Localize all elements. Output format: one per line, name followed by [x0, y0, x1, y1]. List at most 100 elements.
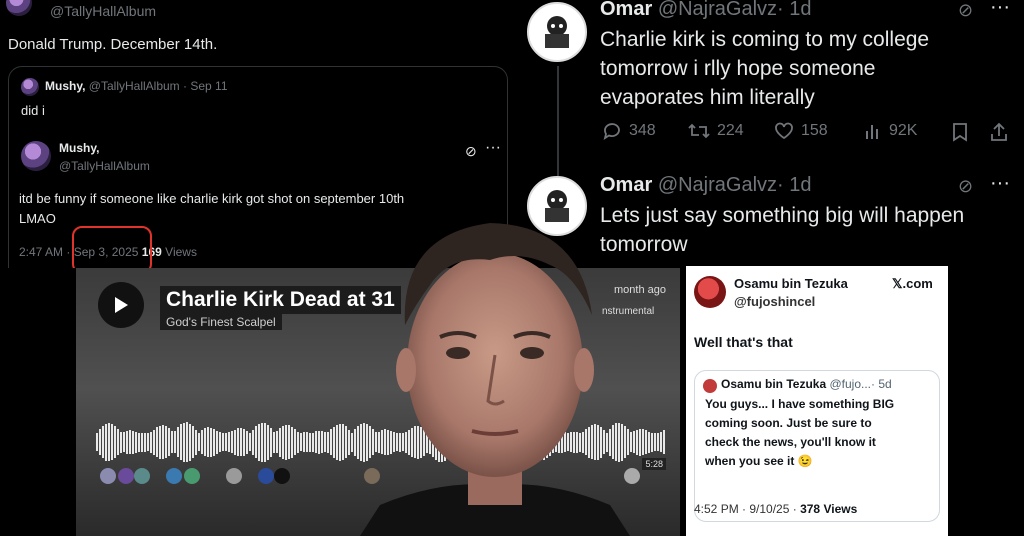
waveform-bar: [300, 433, 302, 451]
author-handle[interactable]: @NajraGalvz: [658, 0, 777, 20]
author-name[interactable]: Omar: [600, 0, 652, 20]
waveform-bar: [171, 431, 173, 453]
quote-line4: when you see it 😉: [705, 454, 813, 468]
waveform-bar: [183, 422, 185, 462]
waveform-bar: [654, 433, 656, 451]
waveform-bar: [213, 428, 215, 456]
quote-author-handle: @TallyHallAlbum: [88, 79, 180, 93]
x-logo-source: 𝕏.com: [892, 276, 933, 291]
waveform-bar: [264, 422, 266, 462]
like-button[interactable]: 158: [774, 122, 828, 140]
waveform-bar: [279, 427, 281, 457]
waveform-bar: [306, 432, 308, 452]
waveform-bar: [246, 430, 248, 454]
commenter-avatar[interactable]: [118, 468, 134, 484]
waveform-bar: [207, 427, 209, 457]
waveform-bar: [648, 431, 650, 453]
waveform-bar: [192, 426, 194, 458]
waveform-bar: [339, 423, 341, 461]
commenter-avatar[interactable]: [274, 468, 290, 484]
avatar: [703, 379, 717, 393]
bookmark-button[interactable]: [952, 122, 968, 142]
waveform-bar: [639, 428, 641, 456]
commenter-avatar[interactable]: [258, 468, 274, 484]
waveform-bar: [315, 431, 317, 453]
commenter-avatar[interactable]: [184, 468, 200, 484]
reply-text-line1: Lets just say something big will happen: [600, 204, 965, 227]
waveform-bar: [135, 431, 137, 453]
quoted-tweet[interactable]: Osamu bin Tezuka @fujo...· 5d You guys..…: [694, 370, 940, 522]
share-button[interactable]: [990, 122, 1008, 142]
reply-author-handle[interactable]: @NajraGalvz: [658, 174, 777, 196]
post-timestamp[interactable]: 4:52 PM · 9/10/25 ·: [694, 502, 797, 516]
quote-text: did i: [21, 103, 45, 118]
commenter-avatar[interactable]: [100, 468, 116, 484]
avatar-omar[interactable]: [527, 2, 587, 62]
author-name[interactable]: Osamu bin Tezuka: [734, 276, 848, 291]
avatar[interactable]: [694, 276, 726, 308]
waveform-bar: [252, 429, 254, 455]
reply-age: · 1d: [777, 174, 812, 196]
thread-connector: [557, 66, 559, 176]
waveform-bar: [138, 432, 140, 452]
views-button[interactable]: 92K: [864, 122, 917, 140]
waveform-bar: [117, 429, 119, 455]
waveform-bar: [321, 431, 323, 453]
quote-author-name: Mushy,: [45, 79, 86, 93]
author-handle[interactable]: @TallyHallAlbum: [50, 3, 156, 19]
waveform-bar: [108, 423, 110, 461]
waveform-bar: [228, 432, 230, 452]
heart-icon: [775, 122, 793, 140]
waveform-bar: [198, 433, 200, 451]
waveform-bar: [309, 432, 311, 452]
play-button[interactable]: [98, 282, 144, 328]
analytics-icon: [866, 125, 878, 139]
waveform-bar: [276, 431, 278, 453]
reply-author-name[interactable]: Omar: [600, 174, 652, 196]
reply-button[interactable]: 348: [602, 122, 656, 140]
grok-icon[interactable]: ⊘: [958, 0, 973, 21]
waveform-bar: [129, 430, 131, 454]
waveform-bar: [186, 422, 188, 462]
waveform-bar: [123, 432, 125, 452]
waveform-bar: [237, 428, 239, 456]
waveform-bar: [330, 429, 332, 455]
waveform-bar: [261, 422, 263, 462]
waveform-bar: [222, 433, 224, 451]
commenter-avatar[interactable]: [166, 468, 182, 484]
waveform-bar: [180, 424, 182, 460]
waveform-bar: [660, 432, 662, 452]
waveform-bar: [354, 428, 356, 456]
waveform-bar: [216, 430, 218, 454]
commenter-avatar[interactable]: [134, 468, 150, 484]
waveform-bar: [120, 431, 122, 453]
more-icon[interactable]: ···: [990, 0, 1010, 19]
inner-author-handle: @TallyHallAlbum: [59, 159, 150, 173]
author-handle[interactable]: @fujoshincel: [734, 294, 815, 309]
waveform-bar: [159, 425, 161, 459]
waveform-bar: [333, 426, 335, 458]
tweet-screenshot-osamu: Osamu bin Tezuka @fujoshincel 𝕏.com Well…: [686, 266, 948, 536]
waveform-bar: [345, 426, 347, 458]
views-label: Views: [165, 245, 197, 259]
grok-icon[interactable]: ⊘: [958, 176, 973, 197]
waveform-bar: [651, 432, 653, 452]
more-icon[interactable]: ···: [485, 139, 501, 157]
play-icon: [115, 297, 128, 313]
commenter-avatar[interactable]: [226, 468, 242, 484]
waveform-bar: [132, 430, 134, 454]
more-icon[interactable]: ···: [990, 172, 1010, 195]
like-count: 158: [801, 122, 828, 139]
tweet-text-line2: tomorrow i rlly hope someone: [600, 57, 876, 80]
waveform-bar: [240, 428, 242, 456]
red-highlight-circle: [72, 226, 152, 268]
waveform-bar: [96, 433, 98, 451]
waveform-bar: [285, 424, 287, 460]
waveform-bar: [255, 426, 257, 458]
avatar[interactable]: [6, 0, 32, 16]
retweet-button[interactable]: 224: [688, 122, 744, 140]
bookmark-icon: [953, 123, 967, 142]
track-artist[interactable]: God's Finest Scalpel: [160, 314, 282, 330]
waveform-bar: [663, 430, 665, 454]
grok-icon[interactable]: ⊘: [465, 143, 477, 160]
